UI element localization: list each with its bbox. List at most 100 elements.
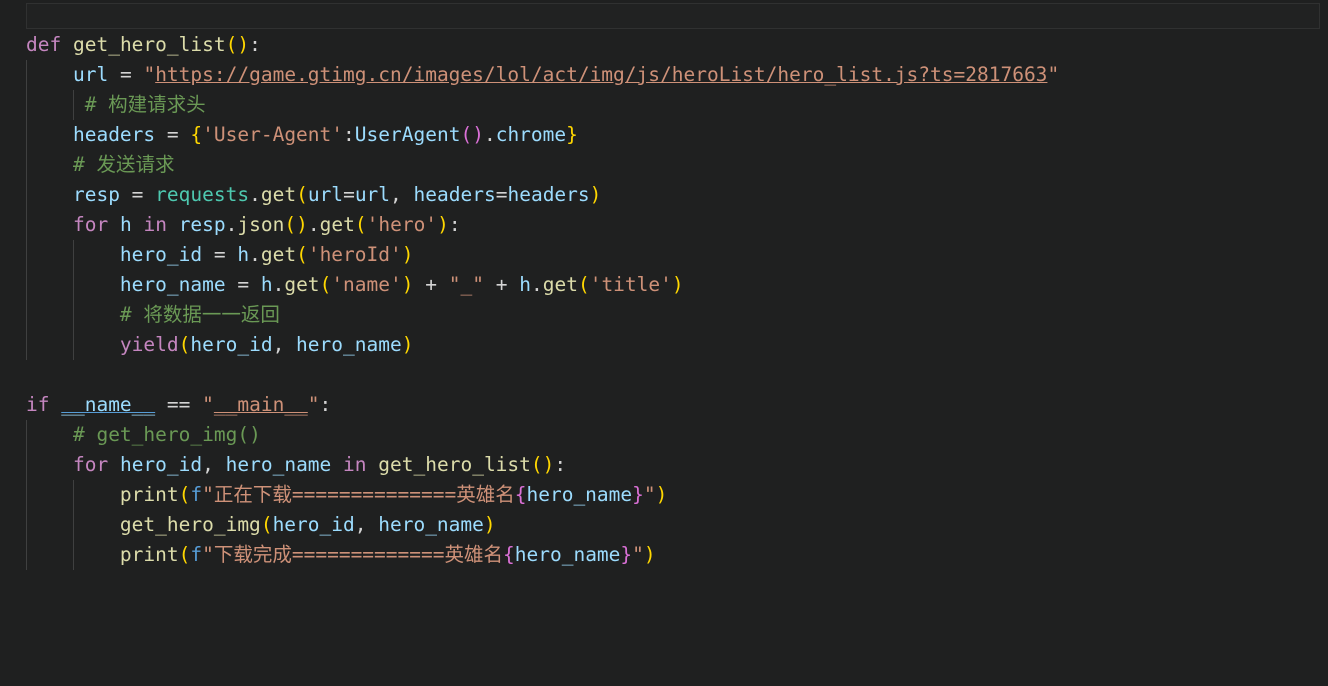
code-token: hero_id [272, 513, 355, 536]
code-token: ( [296, 183, 308, 206]
code-token: = [225, 273, 261, 296]
code-token: ) [589, 183, 602, 206]
code-line[interactable]: if __name__ == "__main__": [0, 390, 1328, 420]
code-token: } [632, 483, 644, 506]
code-content[interactable]: def get_hero_list(): url = "https://game… [0, 30, 1328, 570]
code-line[interactable]: # 发送请求 [0, 150, 1328, 180]
code-line[interactable]: yield(hero_id, hero_name) [0, 330, 1328, 360]
code-token: ) [296, 213, 308, 236]
code-token: , [202, 453, 226, 476]
code-token: 'title' [589, 273, 672, 296]
indent-guide [26, 450, 27, 480]
code-token: " [643, 483, 656, 506]
code-line-text: # 发送请求 [26, 150, 174, 180]
code-line[interactable]: hero_id = h.get('heroId') [0, 240, 1328, 270]
indent-guide [26, 60, 27, 90]
code-token: get_hero_list [72, 33, 226, 56]
code-token: get [284, 273, 320, 296]
code-line-text: for h in resp.json().get('hero'): [26, 210, 461, 240]
code-line[interactable]: # get_hero_img() [0, 420, 1328, 450]
code-line[interactable]: print(f"下载完成=============英雄名{hero_name}"… [0, 540, 1328, 570]
code-token: ( [319, 273, 332, 296]
code-token: url [307, 183, 344, 206]
code-token: requests [155, 183, 250, 206]
code-line[interactable]: for h in resp.json().get('hero'): [0, 210, 1328, 240]
indent-guide [26, 540, 27, 570]
code-token: = [343, 183, 355, 206]
code-token: url [72, 63, 109, 86]
code-token: : [319, 393, 332, 416]
code-line[interactable]: headers = {'User-Agent':UserAgent().chro… [0, 120, 1328, 150]
code-token: = [119, 183, 156, 206]
code-token: { [190, 123, 203, 146]
code-token: # 发送请求 [72, 153, 175, 176]
code-token: ( [284, 213, 297, 236]
code-token: headers [507, 183, 590, 206]
code-token: ( [296, 243, 308, 266]
code-token: { [514, 483, 527, 506]
code-token: hero_name [514, 543, 621, 566]
code-token: + [413, 273, 449, 296]
code-line[interactable]: hero_name = h.get('name') + "_" + h.get(… [0, 270, 1328, 300]
indent-guide [26, 480, 27, 510]
code-token: . [307, 213, 320, 236]
code-token: ( [178, 333, 191, 356]
code-line-text: headers = {'User-Agent':UserAgent().chro… [26, 120, 578, 150]
indent-guide [26, 420, 27, 450]
code-token: resp [72, 183, 120, 206]
code-token: ) [401, 243, 414, 266]
code-token: = [202, 243, 238, 266]
code-token: ( [260, 513, 273, 536]
code-line[interactable] [0, 360, 1328, 390]
indent-guide [26, 150, 27, 180]
code-line-text: if __name__ == "__main__": [26, 390, 331, 420]
indent-guide [72, 90, 74, 120]
indent-guide [26, 210, 27, 240]
code-token: hero_name [378, 513, 484, 536]
code-token: "正在下载==============英雄名 [202, 483, 515, 506]
code-token: : [448, 213, 461, 236]
code-token: get [260, 183, 297, 206]
code-line[interactable]: get_hero_img(hero_id, hero_name) [0, 510, 1328, 540]
indent-guide [72, 540, 74, 570]
code-token: h [519, 273, 531, 296]
code-token: def [26, 33, 62, 56]
code-token: hero_name [296, 333, 402, 356]
code-token: hero_name [119, 273, 226, 296]
code-token: hero_name [526, 483, 633, 506]
code-line[interactable]: print(f"正在下载==============英雄名{hero_name}… [0, 480, 1328, 510]
indent-guide [26, 120, 27, 150]
code-line-text: yield(hero_id, hero_name) [26, 330, 414, 360]
code-token: , [390, 183, 414, 206]
code-line-text: print(f"下载完成=============英雄名{hero_name}"… [26, 540, 656, 570]
code-token: " [307, 393, 320, 416]
code-token: ) [472, 123, 484, 146]
code-token: chrome [495, 123, 567, 146]
code-token: ) [401, 273, 414, 296]
indent-guide [26, 330, 27, 360]
code-line-text: get_hero_img(hero_id, hero_name) [26, 510, 496, 540]
code-token: h [260, 273, 273, 296]
code-token: # 构建请求头 [84, 93, 206, 116]
code-token: . [483, 123, 496, 146]
code-token: for [72, 453, 109, 476]
code-line[interactable]: def get_hero_list(): [0, 30, 1328, 60]
code-line[interactable]: # 将数据一一返回 [0, 300, 1328, 330]
code-token: https://game.gtimg.cn/images/lol/act/img… [155, 63, 1048, 86]
code-editor[interactable]: def get_hero_list(): url = "https://game… [0, 0, 1328, 686]
code-line[interactable]: resp = requests.get(url=url, headers=hea… [0, 180, 1328, 210]
code-line-text: for hero_id, hero_name in get_hero_list(… [26, 450, 566, 480]
code-token: ) [671, 273, 684, 296]
code-token: h [119, 213, 132, 236]
code-line[interactable]: url = "https://game.gtimg.cn/images/lol/… [0, 60, 1328, 90]
code-token: ( [178, 543, 191, 566]
code-line[interactable]: for hero_id, hero_name in get_hero_list(… [0, 450, 1328, 480]
code-line-text: print(f"正在下载==============英雄名{hero_name}… [26, 480, 667, 510]
indent-guide [26, 510, 27, 540]
code-line[interactable]: # 构建请求头 [0, 90, 1328, 120]
code-line-text: # get_hero_img() [26, 420, 261, 450]
